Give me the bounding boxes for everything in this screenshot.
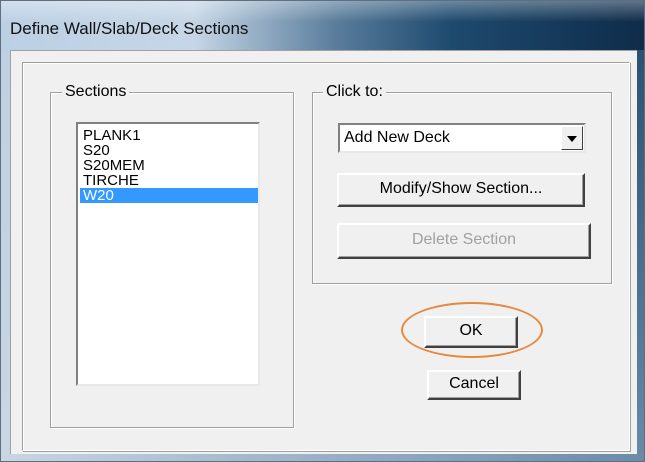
window-left-frame <box>0 50 10 462</box>
cancel-label: Cancel <box>449 375 499 392</box>
window-title: Define Wall/Slab/Deck Sections <box>10 19 249 38</box>
modify-show-section-button[interactable]: Modify/Show Section... <box>337 173 585 207</box>
title-bar[interactable]: Define Wall/Slab/Deck Sections <box>0 0 645 50</box>
sections-listbox[interactable]: PLANK1 S20 S20MEM TIRCHE W20 <box>76 122 260 386</box>
cancel-button[interactable]: Cancel <box>427 370 521 400</box>
list-item[interactable]: S20 <box>80 143 258 158</box>
list-item[interactable]: PLANK1 <box>80 128 258 143</box>
dialog-window: Define Wall/Slab/Deck Sections Sections … <box>0 0 645 462</box>
list-item[interactable]: S20MEM <box>80 158 258 173</box>
list-item-selected[interactable]: W20 <box>80 188 258 203</box>
list-item[interactable]: TIRCHE <box>80 173 258 188</box>
click-to-group-label: Click to: <box>323 82 386 102</box>
modify-show-section-label: Modify/Show Section... <box>379 180 543 197</box>
sections-group-label: Sections <box>62 82 130 102</box>
list-item-label: W20 <box>83 187 114 204</box>
ok-button[interactable]: OK <box>424 316 518 348</box>
window-bottom-frame <box>0 454 645 462</box>
delete-section-button: Delete Section <box>337 223 591 259</box>
ok-label: OK <box>459 322 483 339</box>
delete-section-label: Delete Section <box>411 231 517 248</box>
dropdown-button[interactable] <box>561 126 583 150</box>
chevron-down-icon <box>567 136 577 142</box>
action-dropdown[interactable]: Add New Deck <box>338 123 586 153</box>
action-dropdown-value: Add New Deck <box>344 129 450 146</box>
window-right-frame <box>637 50 645 462</box>
